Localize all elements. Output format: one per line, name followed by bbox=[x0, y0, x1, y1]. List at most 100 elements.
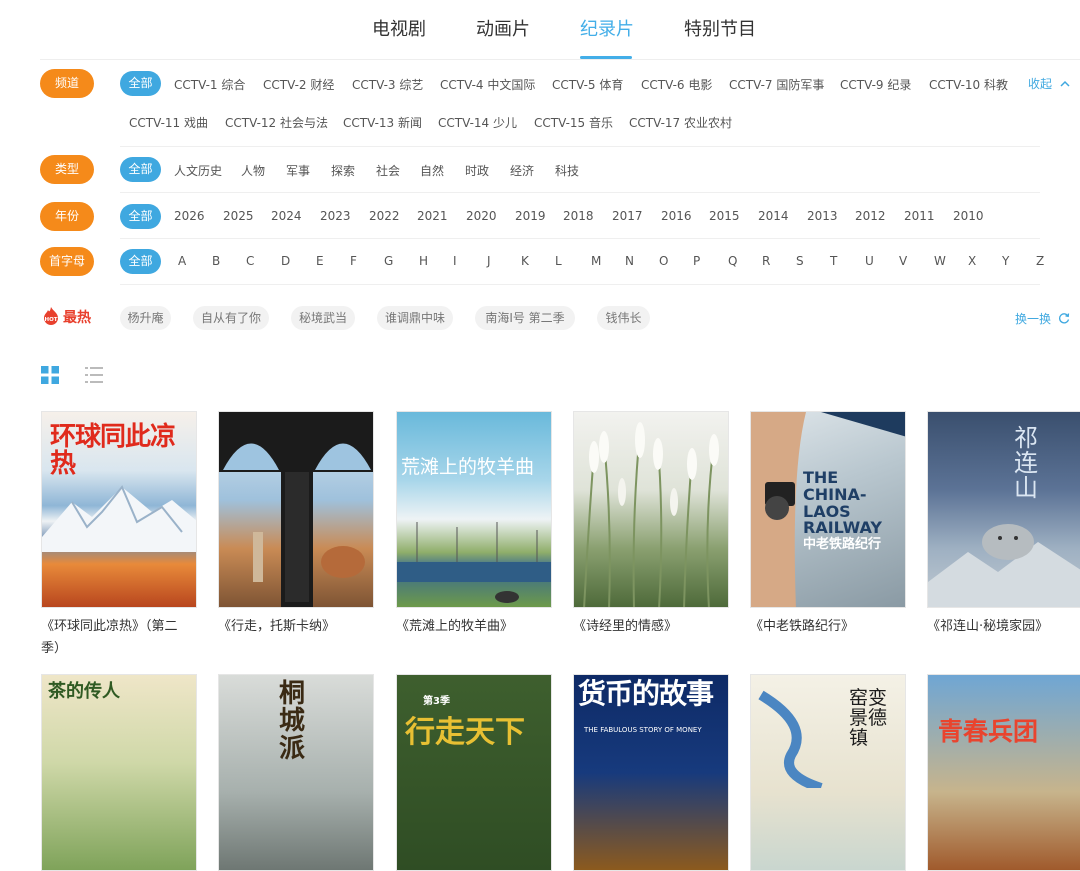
arch-window-icon bbox=[219, 412, 373, 607]
channel-option[interactable]: CCTV-1 综合 bbox=[174, 76, 245, 93]
leopard-icon bbox=[928, 524, 1080, 607]
year-option[interactable]: 2013 bbox=[807, 209, 838, 223]
type-option[interactable]: 军事 bbox=[286, 162, 310, 179]
type-option[interactable]: 自然 bbox=[420, 162, 444, 179]
initial-letter-option[interactable]: L bbox=[555, 254, 562, 268]
initial-letter-option[interactable]: I bbox=[453, 254, 457, 268]
collapse-button[interactable]: 收起 bbox=[1028, 75, 1070, 92]
documentary-card[interactable]: 祁连山 《祁连山·秘境家园》 bbox=[927, 411, 1080, 638]
documentary-card[interactable]: 第3季 行走天下 bbox=[396, 674, 552, 871]
year-option[interactable]: 2011 bbox=[904, 209, 935, 223]
year-option[interactable]: 2022 bbox=[369, 209, 400, 223]
list-view-icon[interactable] bbox=[85, 366, 103, 384]
type-option[interactable]: 人文历史 bbox=[174, 162, 222, 179]
type-option[interactable]: 探索 bbox=[331, 162, 355, 179]
documentary-card[interactable]: 茶的传人 bbox=[41, 674, 197, 871]
year-option[interactable]: 2012 bbox=[855, 209, 886, 223]
channel-option[interactable]: CCTV-12 社会与法 bbox=[225, 114, 328, 131]
initial-letter-option[interactable]: G bbox=[384, 254, 393, 268]
initial-letter-option[interactable]: S bbox=[796, 254, 804, 268]
channel-option[interactable]: CCTV-5 体育 bbox=[552, 76, 623, 93]
initial-letter-option[interactable]: T bbox=[830, 254, 837, 268]
refresh-button[interactable]: 换一换 bbox=[1015, 310, 1070, 327]
type-option[interactable]: 时政 bbox=[465, 162, 489, 179]
initial-letter-option[interactable]: V bbox=[899, 254, 907, 268]
channel-option[interactable]: CCTV-3 综艺 bbox=[352, 76, 423, 93]
documentary-card[interactable]: 青春兵团 bbox=[927, 674, 1080, 871]
year-all-pill[interactable]: 全部 bbox=[120, 204, 161, 229]
documentary-card[interactable]: 桐城派 bbox=[218, 674, 374, 871]
initial-letter-option[interactable]: O bbox=[659, 254, 668, 268]
documentary-card[interactable]: 环球同此凉热 《环球同此凉热》（第二季） bbox=[41, 411, 197, 660]
channel-option[interactable]: CCTV-17 农业农村 bbox=[629, 114, 732, 131]
tab-tv-series[interactable]: 电视剧 bbox=[372, 15, 426, 41]
documentary-card[interactable]: 窑变景德镇 bbox=[750, 674, 906, 871]
channel-option[interactable]: CCTV-9 纪录 bbox=[840, 76, 911, 93]
initial-letter-option[interactable]: Q bbox=[728, 254, 737, 268]
type-option[interactable]: 科技 bbox=[555, 162, 579, 179]
hot-tag[interactable]: 自从有了你 bbox=[193, 306, 269, 330]
year-option[interactable]: 2017 bbox=[612, 209, 643, 223]
hot-tag[interactable]: 秘境武当 bbox=[291, 306, 355, 330]
hot-tag[interactable]: 杨升庵 bbox=[120, 306, 171, 330]
year-option[interactable]: 2023 bbox=[320, 209, 351, 223]
channel-option[interactable]: CCTV-13 新闻 bbox=[343, 114, 422, 131]
year-option[interactable]: 2026 bbox=[174, 209, 205, 223]
category-tabs: 电视剧 动画片 纪录片 特别节目 bbox=[0, 0, 1080, 60]
initial-letter-option[interactable]: X bbox=[968, 254, 976, 268]
initial-letter-option[interactable]: P bbox=[693, 254, 700, 268]
initial-letter-option[interactable]: C bbox=[246, 254, 254, 268]
initial-letter-option[interactable]: F bbox=[350, 254, 357, 268]
channel-option[interactable]: CCTV-7 国防军事 bbox=[729, 76, 824, 93]
initial-letter-option[interactable]: U bbox=[865, 254, 874, 268]
initial-letter-option[interactable]: M bbox=[591, 254, 601, 268]
hot-tag[interactable]: 南海Ⅰ号 第二季 bbox=[475, 306, 575, 330]
documentary-card[interactable]: 《诗经里的情感》 bbox=[573, 411, 729, 638]
year-option[interactable]: 2021 bbox=[417, 209, 448, 223]
year-option[interactable]: 2025 bbox=[223, 209, 254, 223]
year-option[interactable]: 2010 bbox=[953, 209, 984, 223]
channel-option[interactable]: CCTV-10 科教 bbox=[929, 76, 1008, 93]
year-option[interactable]: 2018 bbox=[563, 209, 594, 223]
channel-option[interactable]: CCTV-4 中文国际 bbox=[440, 76, 535, 93]
initial-letter-option[interactable]: Z bbox=[1036, 254, 1044, 268]
channel-option[interactable]: CCTV-14 少儿 bbox=[438, 114, 517, 131]
documentary-card[interactable]: 《行走，托斯卡纳》 bbox=[218, 411, 374, 638]
year-option[interactable]: 2019 bbox=[515, 209, 546, 223]
channel-option[interactable]: CCTV-6 电影 bbox=[641, 76, 712, 93]
initial-all-pill[interactable]: 全部 bbox=[120, 249, 161, 274]
tab-special-programs[interactable]: 特别节目 bbox=[684, 15, 756, 41]
year-option[interactable]: 2015 bbox=[709, 209, 740, 223]
year-option[interactable]: 2020 bbox=[466, 209, 497, 223]
type-all-pill[interactable]: 全部 bbox=[120, 157, 161, 182]
documentary-card[interactable]: 荒滩上的牧羊曲 《荒滩上的牧羊曲》 bbox=[396, 411, 552, 638]
initial-letter-option[interactable]: W bbox=[934, 254, 946, 268]
grid-view-icon[interactable] bbox=[41, 366, 59, 384]
initial-letter-option[interactable]: H bbox=[419, 254, 428, 268]
initial-letter-option[interactable]: B bbox=[212, 254, 220, 268]
documentary-card[interactable]: THE CHINA-LAOS RAILWAY 中老铁路纪行 《中老铁路纪行》 bbox=[750, 411, 906, 638]
documentary-card[interactable]: 货币的故事 THE FABULOUS STORY OF MONEY bbox=[573, 674, 729, 871]
initial-letter-option[interactable]: D bbox=[281, 254, 290, 268]
channel-all-pill[interactable]: 全部 bbox=[120, 71, 161, 96]
type-option[interactable]: 经济 bbox=[510, 162, 534, 179]
initial-letter-option[interactable]: E bbox=[316, 254, 324, 268]
initial-letter-option[interactable]: Y bbox=[1002, 254, 1009, 268]
type-option[interactable]: 人物 bbox=[241, 162, 265, 179]
channel-option[interactable]: CCTV-15 音乐 bbox=[534, 114, 613, 131]
initial-letter-option[interactable]: K bbox=[521, 254, 529, 268]
initial-letter-option[interactable]: A bbox=[178, 254, 186, 268]
initial-letter-option[interactable]: R bbox=[762, 254, 770, 268]
channel-option[interactable]: CCTV-11 戏曲 bbox=[129, 114, 208, 131]
tab-documentary[interactable]: 纪录片 bbox=[580, 15, 634, 41]
tab-animation[interactable]: 动画片 bbox=[476, 15, 530, 41]
initial-letter-option[interactable]: N bbox=[625, 254, 634, 268]
hot-tag[interactable]: 谁调鼎中味 bbox=[377, 306, 453, 330]
year-option[interactable]: 2024 bbox=[271, 209, 302, 223]
initial-letter-option[interactable]: J bbox=[487, 254, 491, 268]
hot-tag[interactable]: 钱伟长 bbox=[597, 306, 650, 330]
year-option[interactable]: 2014 bbox=[758, 209, 789, 223]
type-option[interactable]: 社会 bbox=[376, 162, 400, 179]
channel-option[interactable]: CCTV-2 财经 bbox=[263, 76, 334, 93]
year-option[interactable]: 2016 bbox=[661, 209, 692, 223]
